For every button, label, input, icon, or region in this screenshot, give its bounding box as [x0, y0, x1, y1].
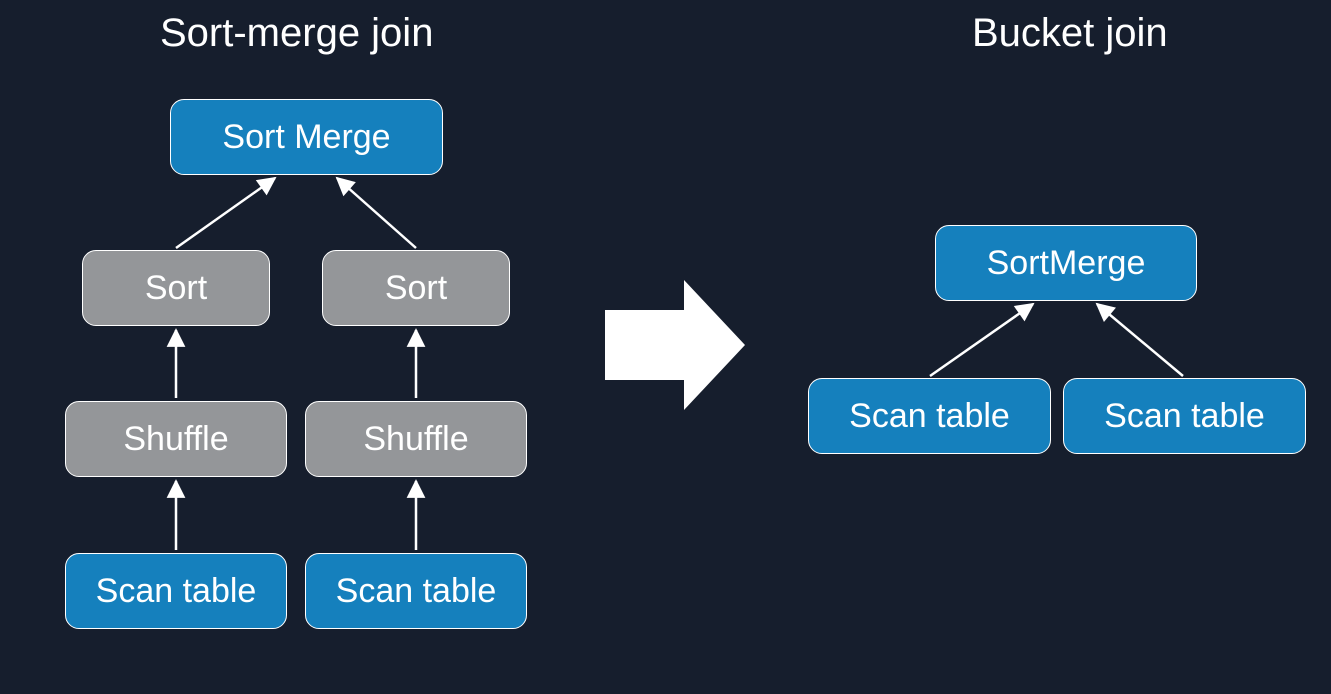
arrow — [337, 178, 416, 248]
right-scan-node-1: Scan table — [808, 378, 1051, 454]
transition-arrow-icon — [605, 280, 745, 410]
right-scan-node-2: Scan table — [1063, 378, 1306, 454]
right-title: Bucket join — [972, 11, 1168, 56]
left-shuffle-node-2: Shuffle — [305, 401, 527, 477]
left-sort-node-2: Sort — [322, 250, 510, 326]
arrow — [176, 178, 275, 248]
left-shuffle-node-1: Shuffle — [65, 401, 287, 477]
left-sort-node-1: Sort — [82, 250, 270, 326]
left-scan-node-2: Scan table — [305, 553, 527, 629]
left-title: Sort-merge join — [160, 11, 433, 56]
left-scan-node-1: Scan table — [65, 553, 287, 629]
arrow — [930, 304, 1033, 376]
right-sortmerge-node: SortMerge — [935, 225, 1197, 301]
arrow — [1097, 304, 1183, 376]
left-sortmerge-node: Sort Merge — [170, 99, 443, 175]
